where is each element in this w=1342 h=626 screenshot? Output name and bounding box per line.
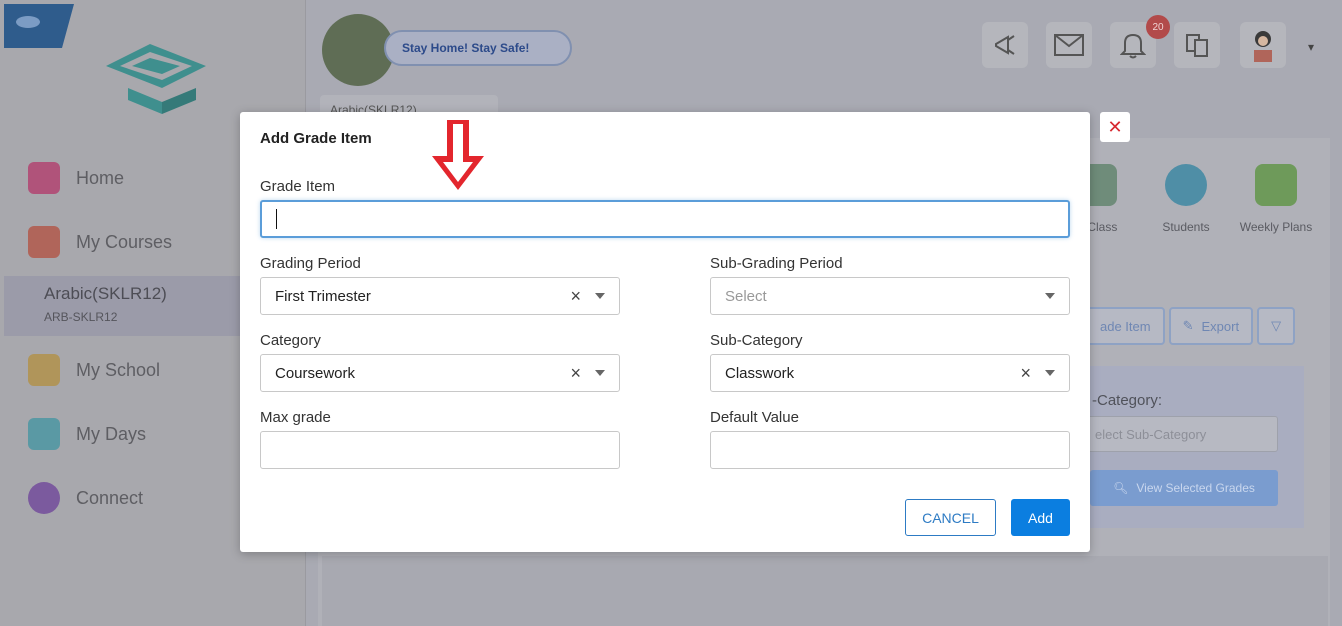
add-button[interactable]: Add [1011, 499, 1070, 536]
sidebar-item-label: Connect [76, 487, 144, 508]
calendar-icon [28, 418, 60, 450]
quick-actions: al Class Students Weekly Plans [1070, 160, 1330, 250]
grade-item-input[interactable] [260, 200, 1070, 238]
sidebar-item-label: My Courses [76, 231, 173, 252]
grading-period-value: First Trimester [275, 287, 371, 305]
default-value-input[interactable] [710, 431, 1070, 469]
megaphone-icon[interactable] [982, 22, 1028, 68]
brand-logo [106, 44, 206, 114]
students-shortcut[interactable]: Students [1146, 160, 1226, 234]
annotation-arrow-icon [432, 120, 484, 190]
view-selected-grades-label: View Selected Grades [1136, 481, 1255, 495]
default-value-label: Default Value [710, 409, 799, 426]
mail-icon[interactable] [1046, 22, 1092, 68]
active-course-code: ARB-SKLR12 [44, 310, 118, 324]
sub-category-filter-select[interactable]: elect Sub-Category [1086, 416, 1278, 452]
max-grade-label: Max grade [260, 409, 331, 426]
export-label: Export [1201, 318, 1240, 334]
filter-button[interactable]: ▽ [1257, 307, 1296, 345]
search-icon: 🔍︎ [1113, 481, 1129, 495]
sidebar-item-label: My Days [76, 423, 147, 444]
stay-safe-text: Stay Home! Stay Safe! [402, 41, 530, 55]
cancel-button[interactable]: CANCEL [905, 499, 996, 536]
home-icon [28, 162, 60, 194]
view-selected-grades-button[interactable]: 🔍︎ View Selected Grades [1090, 470, 1278, 506]
sub-grading-period-select[interactable]: Select [710, 277, 1070, 315]
school-flag-icon [4, 4, 74, 48]
sub-category-select[interactable]: Classwork × [710, 354, 1070, 392]
sidebar-item-label: Home [76, 167, 125, 188]
add-grade-item-dialog: Add Grade Item [240, 112, 1090, 552]
main-content-footer [322, 556, 1328, 626]
grade-item-label: Grade Item [260, 178, 336, 195]
grade-toolbar: ade Item ✎ Export ▽ [1086, 307, 1296, 345]
sub-category-label: Sub-Category [710, 332, 803, 349]
filter-panel: -Category: elect Sub-Category 🔍︎ View Se… [1086, 366, 1304, 528]
dropdown-arrow-icon[interactable] [1045, 293, 1055, 299]
dropdown-arrow-icon[interactable] [1045, 370, 1055, 376]
pencil-icon: ✎ [1182, 318, 1194, 333]
sidebar-item-home[interactable]: Home [28, 158, 124, 198]
export-button[interactable]: ✎ Export [1168, 307, 1254, 345]
chevron-down-icon[interactable]: ▾ [1308, 40, 1314, 54]
dropdown-arrow-icon[interactable] [595, 293, 605, 299]
top-bar: Stay Home! Stay Safe! 20 ▾ [306, 0, 1342, 96]
category-label: Category [260, 332, 321, 349]
students-icon [1165, 164, 1207, 206]
max-grade-input[interactable] [260, 431, 620, 469]
text-caret [276, 209, 277, 229]
sub-category-filter-label: -Category: [1092, 392, 1163, 409]
dropdown-arrow-icon[interactable] [595, 370, 605, 376]
connect-icon [28, 482, 60, 514]
sub-category-value: Classwork [725, 364, 795, 382]
clear-icon[interactable]: × [570, 287, 581, 305]
sidebar-item-my-school[interactable]: My School [28, 350, 160, 390]
sidebar-item-my-days[interactable]: My Days [28, 414, 146, 454]
stay-safe-banner[interactable]: Stay Home! Stay Safe! [384, 30, 572, 66]
grading-period-label: Grading Period [260, 255, 361, 272]
dialog-title: Add Grade Item [260, 130, 372, 147]
category-select[interactable]: Coursework × [260, 354, 620, 392]
add-grade-item-button[interactable]: ade Item [1086, 307, 1165, 345]
sub-grading-period-placeholder: Select [725, 287, 767, 305]
clear-icon[interactable]: × [570, 364, 581, 382]
sidebar-item-label: My School [76, 359, 161, 380]
sub-category-filter-placeholder: elect Sub-Category [1095, 427, 1207, 442]
school-icon [28, 354, 60, 386]
active-course-name: Arabic(SKLR12) [44, 284, 167, 303]
notification-badge: 20 [1146, 15, 1170, 39]
filter-icon: ▽ [1271, 318, 1282, 333]
sidebar-item-connect[interactable]: Connect [28, 478, 143, 518]
weekly-plans-shortcut[interactable]: Weekly Plans [1236, 160, 1316, 234]
clear-icon[interactable]: × [1020, 364, 1031, 382]
weekly-plans-icon [1255, 164, 1297, 206]
shortcut-label: Weekly Plans [1239, 220, 1313, 234]
sub-grading-period-label: Sub-Grading Period [710, 255, 843, 272]
category-value: Coursework [275, 364, 356, 382]
close-icon[interactable]: ✕ [1100, 112, 1130, 142]
shortcut-label: Students [1162, 220, 1210, 234]
user-avatar[interactable] [1240, 22, 1286, 68]
sidebar-item-my-courses[interactable]: My Courses [28, 222, 172, 262]
grading-period-select[interactable]: First Trimester × [260, 277, 620, 315]
courses-icon [28, 226, 60, 258]
translate-icon[interactable] [1174, 22, 1220, 68]
